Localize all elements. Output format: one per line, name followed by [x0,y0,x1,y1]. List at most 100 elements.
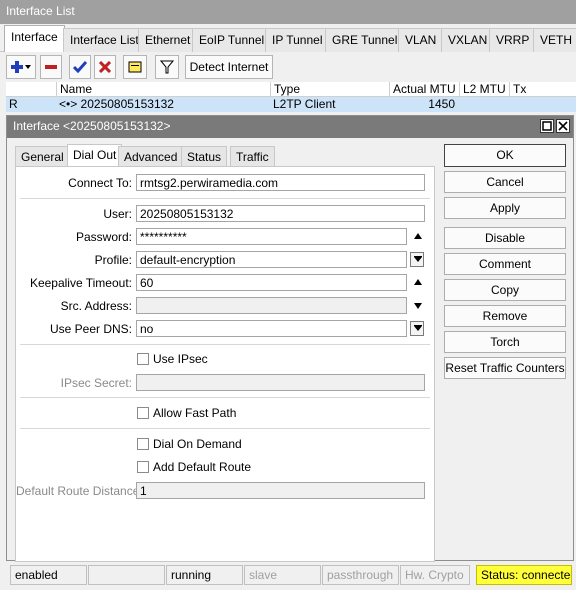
status-connected: Status: connected [476,565,572,585]
list-header: Name Type Actual MTU L2 MTU Tx [6,82,576,97]
password-collapse-icon[interactable] [414,233,422,239]
status-empty [88,565,165,585]
filter-icon [160,60,174,74]
status-enabled: enabled [10,565,87,585]
column-l2-mtu[interactable]: L2 MTU [459,82,509,97]
user-field[interactable]: 20250805153132 [136,205,425,222]
tab-interface[interactable]: Interface [4,25,65,52]
dial-on-demand-label: Dial On Demand [153,437,242,451]
tab-interface-list[interactable]: Interface List [63,28,146,52]
src-address-field[interactable] [136,297,407,314]
keepalive-collapse-icon[interactable] [414,279,422,285]
copy-button[interactable]: Copy [444,279,566,301]
allow-fast-path-checkbox[interactable] [137,407,149,419]
filter-button[interactable] [155,55,179,79]
row-name: <•> 20250805153132 [59,97,174,111]
remove-button[interactable]: Remove [444,305,566,327]
comment-button[interactable] [123,55,147,79]
ipsec-secret-field[interactable] [136,374,425,391]
add-button[interactable] [6,55,36,79]
keepalive-field[interactable]: 60 [136,274,407,291]
tab-ip-tunnel[interactable]: IP Tunnel [265,28,330,52]
row-type: L2TP Client [273,97,336,111]
tab-ethernet[interactable]: Ethernet [138,28,198,52]
default-route-distance-label: Default Route Distance: [16,484,143,498]
column-type[interactable]: Type [270,82,389,97]
tab-traffic[interactable]: Traffic [230,146,275,166]
maximize-icon [542,121,552,131]
keepalive-label: Keepalive Timeout: [29,276,132,290]
column-actual-mtu[interactable]: Actual MTU [389,82,459,97]
enable-icon [73,61,87,73]
cancel-button[interactable]: Cancel [444,171,566,193]
window-title: Interface List [0,0,576,24]
profile-select[interactable]: default-encryption [136,251,407,268]
status-hw-crypto: Hw. Crypto [400,565,470,585]
add-icon [11,61,31,73]
tab-veth[interactable]: VETH [533,28,576,52]
comment-icon [128,61,142,73]
tab-vlan[interactable]: VLAN [398,28,444,52]
use-peer-dns-label: Use Peer DNS: [49,322,132,336]
profile-dropdown-icon[interactable] [410,252,424,267]
profile-label: Profile: [94,253,132,267]
divider [20,428,430,429]
status-running: running [166,565,243,585]
tab-dial-out[interactable]: Dial Out [67,144,123,167]
column-name[interactable]: Name [56,82,270,97]
src-address-expand-icon[interactable] [414,303,422,309]
remove-icon [45,65,57,69]
dial-on-demand-checkbox[interactable] [137,438,149,450]
default-route-distance-field[interactable]: 1 [136,482,425,499]
tab-bar: Interface Interface List Ethernet EoIP T… [0,24,576,52]
connect-to-field[interactable]: rmtsg2.perwiramedia.com [136,174,425,191]
interface-dialog: Interface <20250805153132> General Dial … [6,115,574,562]
divider [20,397,430,398]
dial-out-panel: Connect To: rmtsg2.perwiramedia.com User… [15,166,435,562]
disable-icon [99,61,111,73]
close-button[interactable] [556,119,570,133]
status-bar: enabled running slave passthrough Hw. Cr… [6,563,574,587]
password-field[interactable]: ********** [136,228,407,245]
ipsec-secret-label: IPsec Secret: [60,376,132,390]
allow-fast-path-label: Allow Fast Path [153,406,237,420]
apply-button[interactable]: Apply [444,197,566,219]
reset-traffic-counters-button[interactable]: Reset Traffic Counters [444,357,566,379]
column-tx[interactable]: Tx [509,82,576,97]
table-row[interactable]: R <•> 20250805153132 L2TP Client 1450 [6,97,576,112]
remove-button[interactable] [40,55,62,79]
tab-gre-tunnel[interactable]: GRE Tunnel [325,28,405,52]
torch-button[interactable]: Torch [444,331,566,353]
use-ipsec-label: Use IPsec [153,352,208,366]
tab-eoip-tunnel[interactable]: EoIP Tunnel [192,28,272,52]
tab-vrrp[interactable]: VRRP [489,28,537,52]
status-passthrough: passthrough [322,565,399,585]
ok-button[interactable]: OK [444,144,566,167]
divider [20,198,430,199]
use-ipsec-checkbox[interactable] [137,353,149,365]
row-actual-mtu: 1450 [428,97,455,111]
close-icon [558,121,568,131]
tab-general[interactable]: General [15,146,70,166]
use-peer-dns-dropdown-icon[interactable] [410,321,424,336]
src-address-label: Src. Address: [60,299,132,313]
column-flags[interactable] [6,82,56,97]
tab-status[interactable]: Status [181,146,228,166]
add-default-route-checkbox[interactable] [137,461,149,473]
tab-vxlan[interactable]: VXLAN [441,28,495,52]
disable-button[interactable] [94,55,116,79]
use-peer-dns-select[interactable]: no [136,320,407,337]
disable-button[interactable]: Disable [444,227,566,249]
user-label: User: [103,207,132,221]
comment-button[interactable]: Comment [444,253,566,275]
dialog-title-bar: Interface <20250805153132> [7,116,573,138]
toolbar: Detect Internet [0,52,576,82]
tab-advanced[interactable]: Advanced [118,146,184,166]
status-slave: slave [244,565,321,585]
detect-internet-button[interactable]: Detect Internet [185,55,273,79]
dialog-title: Interface <20250805153132> [13,119,171,133]
connect-to-label: Connect To: [68,176,132,190]
maximize-button[interactable] [540,119,554,133]
enable-button[interactable] [69,55,91,79]
add-default-route-label: Add Default Route [153,460,252,474]
